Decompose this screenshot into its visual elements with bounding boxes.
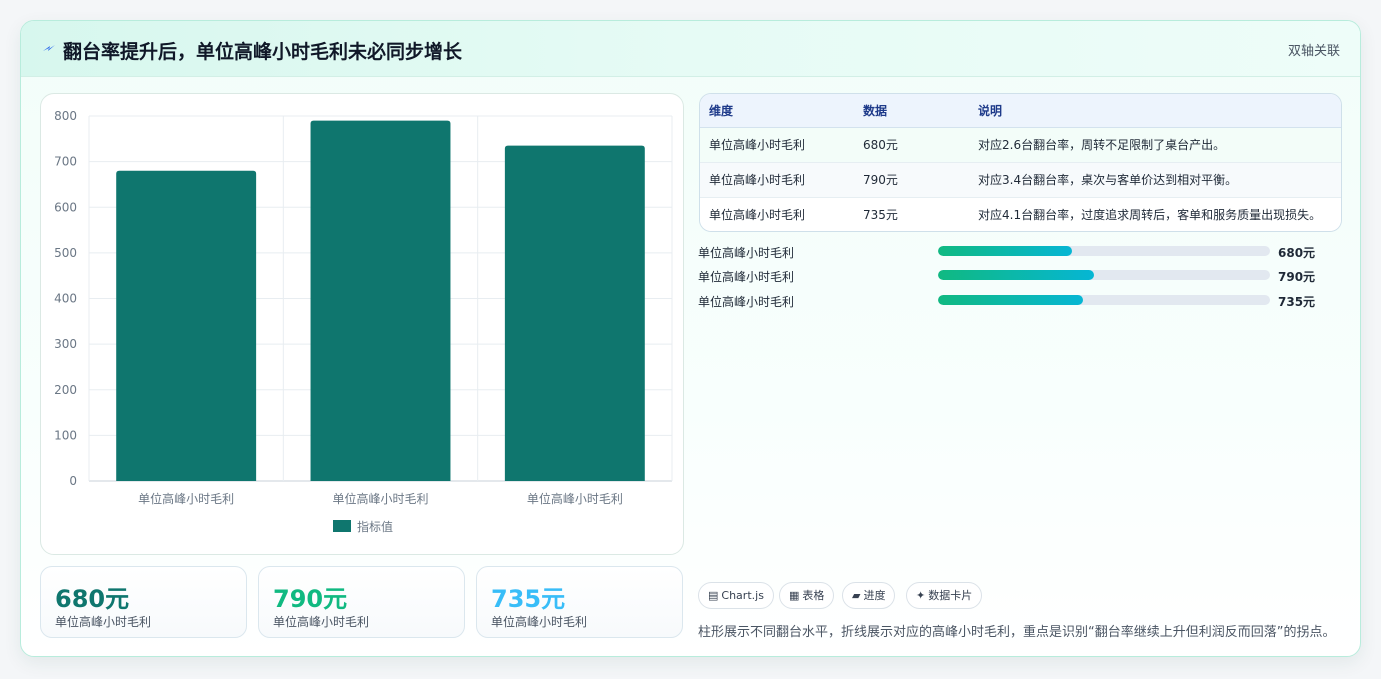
progress-label: 单位高峰小时毛利	[698, 246, 795, 260]
legend-label: 指标值	[357, 519, 393, 534]
chip-label: 表格	[802, 589, 825, 602]
progress-row: 单位高峰小时毛利 735元	[698, 293, 1338, 309]
dashboard-card: 翻台率提升后，单位高峰小时毛利未必同步增长 双轴关联 0 100 200 300 400…	[20, 20, 1361, 657]
table-row: 单位高峰小时毛利 790元 对应3.4台翻台率，桌次与客单价达到相对平衡。	[700, 162, 1341, 198]
data-table: 维度 数据 说明 单位高峰小时毛利 680元 对应2.6台翻台率，周转不足限制了…	[700, 94, 1341, 231]
progress-track	[938, 270, 1270, 280]
y-tick-label: 500	[54, 246, 77, 260]
lightning-icon	[43, 45, 55, 51]
chart-note: 柱形展示不同翻台水平，折线展示对应的高峰小时毛利，重点是识别“翻台率继续上升但利…	[698, 625, 1336, 640]
table-cell: 单位高峰小时毛利	[700, 197, 854, 231]
bar	[310, 120, 451, 481]
bar	[116, 170, 257, 481]
table-cell: 680元	[854, 127, 969, 163]
page-title: 翻台率提升后，单位高峰小时毛利未必同步增长	[63, 41, 463, 63]
legend-swatch	[333, 520, 351, 532]
table-header-dimension: 维度	[700, 94, 854, 128]
x-tick-label: 单位高峰小时毛利	[527, 491, 623, 506]
x-tick-label: 单位高峰小时毛利	[332, 491, 428, 506]
table-row: 单位高峰小时毛利 735元 对应4.1台翻台率，过度追求周转后，客单和服务质量出…	[700, 197, 1341, 231]
y-tick-label: 300	[54, 337, 77, 351]
kpi-value: 680元	[55, 585, 130, 613]
progress-value: 790元	[1278, 270, 1316, 284]
table-icon: ▦	[789, 589, 800, 602]
progress-value: 680元	[1278, 246, 1316, 260]
kpi-label: 单位高峰小时毛利	[491, 615, 588, 629]
y-tick-label: 100	[54, 428, 77, 442]
y-tick-label: 800	[54, 109, 77, 123]
table-cell: 735元	[854, 197, 969, 231]
kpi-card: 680元 单位高峰小时毛利	[40, 566, 247, 638]
data-table-panel: 维度 数据 说明 单位高峰小时毛利 680元 对应2.6台翻台率，周转不足限制了…	[699, 93, 1342, 232]
y-tick-label: 400	[54, 292, 77, 306]
table-cell: 对应3.4台翻台率，桌次与客单价达到相对平衡。	[969, 162, 1341, 198]
kpi-label: 单位高峰小时毛利	[55, 615, 152, 629]
x-tick-label: 单位高峰小时毛利	[138, 491, 234, 506]
progress-row: 单位高峰小时毛利 680元	[698, 244, 1338, 260]
y-tick-label: 200	[54, 383, 77, 397]
table-header-row: 维度 数据 说明	[700, 94, 1341, 128]
progress-track	[938, 246, 1270, 256]
bar	[504, 145, 645, 481]
chip-table[interactable]: ▦ 表格	[779, 582, 835, 609]
table-cell: 单位高峰小时毛利	[700, 162, 854, 198]
table-cell: 对应4.1台翻台率，过度追求周转后，客单和服务质量出现损失。	[969, 197, 1341, 231]
kpi-label: 单位高峰小时毛利	[273, 615, 370, 629]
bar-chart-panel: 0 100 200 300 400 500 600 700 800 单位高峰小时毛利 单位高峰小时毛…	[40, 93, 684, 555]
chip-data-card[interactable]: ✦ 数据卡片	[906, 582, 983, 609]
bar-chart: 0 100 200 300 400 500 600 700 800 单位高峰小时毛利 单位高峰小时毛…	[54, 109, 673, 534]
table-header-description: 说明	[969, 94, 1341, 128]
dual-axis-tag: 双轴关联	[1287, 44, 1340, 59]
y-tick-label: 700	[54, 155, 77, 169]
chart-icon: ▤	[708, 589, 719, 602]
progress-fill	[938, 246, 1073, 256]
kpi-card: 735元 单位高峰小时毛利	[476, 566, 683, 638]
y-tick-label: 0	[69, 474, 77, 488]
table-cell: 单位高峰小时毛利	[700, 127, 854, 163]
progress-value: 735元	[1278, 295, 1316, 309]
table-header-data: 数据	[854, 94, 969, 128]
chip-label: 进度	[863, 589, 886, 602]
progress-track	[938, 295, 1270, 305]
card-header: 翻台率提升后，单位高峰小时毛利未必同步增长 双轴关联	[21, 21, 1360, 77]
table-cell: 对应2.6台翻台率，周转不足限制了桌台产出。	[969, 127, 1341, 163]
progress-icon: ▰	[852, 589, 861, 602]
progress-row: 单位高峰小时毛利 790元	[698, 268, 1338, 284]
table-row: 单位高峰小时毛利 680元 对应2.6台翻台率，周转不足限制了桌台产出。	[700, 127, 1341, 163]
progress-fill	[938, 295, 1084, 305]
progress-fill	[938, 270, 1095, 280]
chip-chartjs[interactable]: ▤ Chart.js	[698, 582, 774, 609]
sparkle-icon: ✦	[916, 589, 926, 602]
kpi-value: 790元	[273, 585, 348, 613]
progress-label: 单位高峰小时毛利	[698, 295, 795, 309]
table-cell: 790元	[854, 162, 969, 198]
kpi-value: 735元	[491, 585, 566, 613]
chip-progress[interactable]: ▰ 进度	[842, 582, 896, 609]
chip-label: 数据卡片	[928, 589, 973, 602]
progress-label: 单位高峰小时毛利	[698, 270, 795, 284]
kpi-card: 790元 单位高峰小时毛利	[258, 566, 465, 638]
chip-label: Chart.js	[721, 589, 764, 602]
y-tick-label: 600	[54, 200, 77, 214]
